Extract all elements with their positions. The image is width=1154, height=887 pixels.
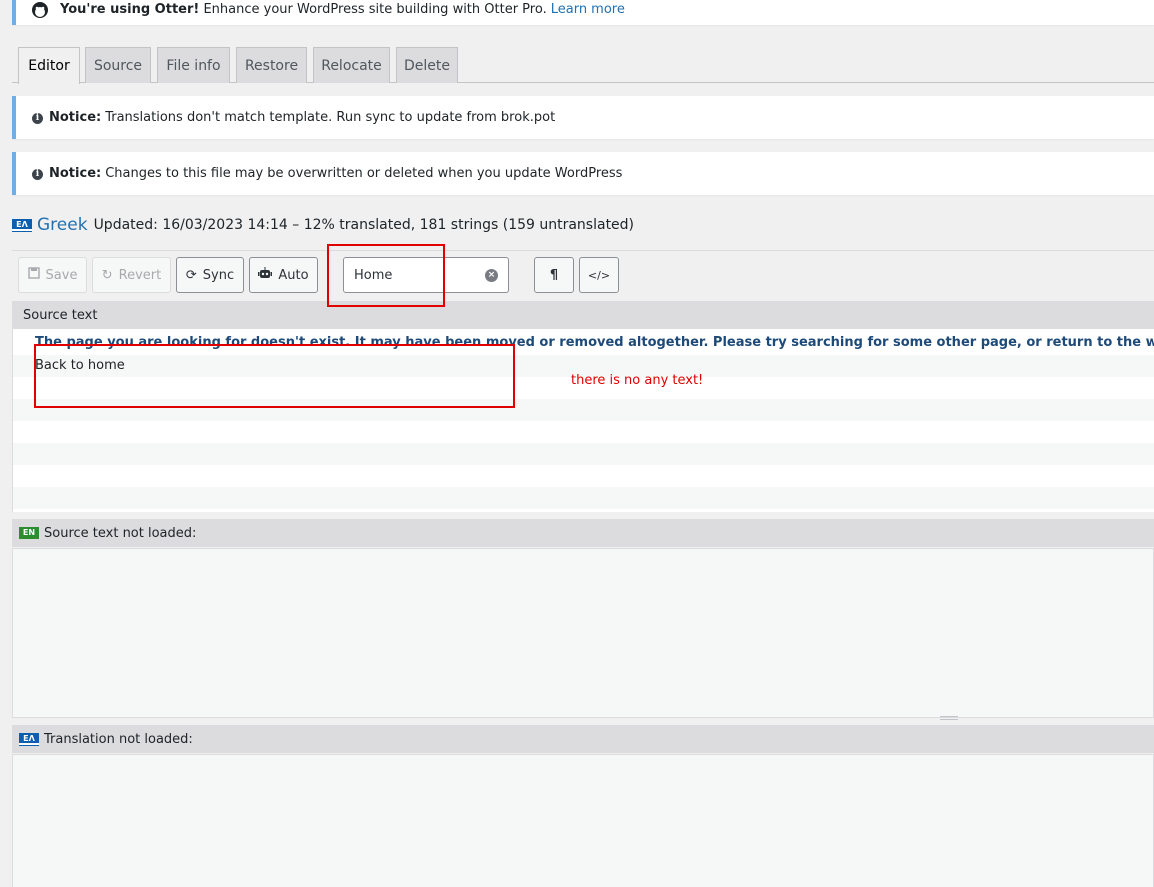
promo-message: Enhance your WordPress site building wit… — [203, 2, 547, 17]
tab-source[interactable]: Source — [85, 47, 151, 83]
revert-button[interactable]: ↻ Revert — [92, 257, 171, 293]
tab-delete[interactable]: Delete — [396, 47, 458, 83]
source-panel-label: Source text not loaded: — [44, 525, 197, 541]
notice-text: Translations don't match template. Run s… — [105, 110, 556, 125]
english-flag-icon: EN — [19, 527, 39, 539]
source-panel-header: EN Source text not loaded: — [12, 519, 1154, 547]
notice-label: Notice: — [49, 110, 102, 125]
save-button[interactable]: Save — [18, 257, 87, 293]
list-item — [13, 465, 1154, 487]
save-label: Save — [45, 267, 78, 283]
tab-relocate[interactable]: Relocate — [313, 47, 390, 83]
greek-flag-icon: EΛ — [12, 219, 32, 231]
sync-notice: i Notice: Translations don't match templ… — [12, 96, 1154, 139]
resize-handle[interactable] — [940, 716, 958, 720]
auto-label: Auto — [278, 267, 309, 283]
learn-more-link[interactable]: Learn more — [551, 2, 625, 17]
sync-button[interactable]: ⟳ Sync — [176, 257, 244, 293]
tab-editor[interactable]: Editor — [18, 47, 80, 84]
language-meta: Updated: 16/03/2023 14:14 – 12% translat… — [93, 217, 635, 233]
translation-panel-header: EΛ Translation not loaded: — [12, 725, 1154, 753]
editor-tabs: Editor Source File info Restore Relocate… — [12, 46, 1154, 84]
tab-restore[interactable]: Restore — [236, 47, 307, 83]
list-item — [13, 443, 1154, 465]
notice-label: Notice: — [49, 166, 102, 181]
sync-label: Sync — [202, 267, 235, 283]
info-icon: i — [32, 113, 43, 124]
clear-search-icon[interactable]: × — [485, 269, 498, 282]
annotation-box-list — [34, 344, 515, 408]
list-item — [13, 421, 1154, 443]
info-icon: i — [32, 169, 43, 180]
language-header: EΛ Greek Updated: 16/03/2023 14:14 – 12%… — [12, 214, 634, 236]
code-icon: </> — [587, 268, 611, 282]
list-item — [13, 487, 1154, 509]
language-name[interactable]: Greek — [37, 215, 88, 235]
robot-icon — [258, 267, 273, 283]
greek-flag-icon: EΛ — [19, 733, 39, 745]
overwrite-notice: i Notice: Changes to this file may be ov… — [12, 152, 1154, 195]
revert-icon: ↻ — [101, 267, 113, 283]
notice-text: Changes to this file may be overwritten … — [105, 166, 623, 181]
otter-logo-icon — [32, 2, 48, 18]
toggle-code-button[interactable]: </> — [579, 257, 619, 293]
editor-toolbar: Save ↻ Revert ⟳ Sync Auto × ¶ </> — [12, 250, 1154, 300]
otter-promo-notice: You're using Otter! Enhance your WordPre… — [12, 0, 1154, 25]
tab-file-info[interactable]: File info — [157, 47, 230, 83]
toggle-invisibles-button[interactable]: ¶ — [534, 257, 574, 293]
promo-brand: You're using Otter! — [60, 2, 200, 17]
auto-translate-button[interactable]: Auto — [249, 257, 318, 293]
translation-panel-label: Translation not loaded: — [44, 731, 193, 747]
annotation-text: there is no any text! — [571, 373, 704, 388]
source-list-header[interactable]: Source text — [12, 301, 1154, 329]
source-text-editor[interactable] — [12, 548, 1154, 718]
annotation-box-search — [327, 244, 445, 307]
translation-text-editor[interactable] — [12, 754, 1154, 887]
pilcrow-icon: ¶ — [549, 267, 559, 283]
sync-icon: ⟳ — [185, 267, 197, 283]
floppy-disk-icon — [27, 267, 40, 283]
revert-label: Revert — [118, 267, 162, 283]
